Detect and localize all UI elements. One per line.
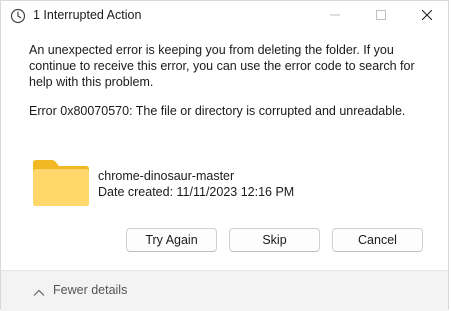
minimize-icon: [330, 7, 340, 25]
error-message: An unexpected error is keeping you from …: [29, 43, 415, 89]
fewer-details-toggle[interactable]: Fewer details: [53, 283, 127, 297]
try-again-button[interactable]: Try Again: [126, 228, 217, 252]
clock-icon: [10, 8, 26, 24]
cancel-button[interactable]: Cancel: [332, 228, 423, 252]
folder-icon: [32, 159, 90, 207]
title-bar[interactable]: 1 Interrupted Action: [1, 1, 448, 31]
chevron-up-icon[interactable]: [33, 285, 45, 296]
close-button[interactable]: [404, 1, 450, 31]
maximize-button[interactable]: [358, 1, 404, 31]
file-date-created: Date created: 11/11/2023 12:16 PM: [98, 185, 295, 199]
error-code-text: Error 0x80070570: The file or directory …: [29, 104, 406, 118]
skip-button[interactable]: Skip: [229, 228, 320, 252]
minimize-button[interactable]: [312, 1, 358, 31]
window-title: 1 Interrupted Action: [33, 8, 142, 22]
maximize-icon: [376, 7, 386, 25]
interrupted-action-dialog: 1 Interrupted Action An unexpected error…: [0, 0, 449, 311]
details-footer: Fewer details: [1, 270, 448, 311]
close-icon: [421, 7, 433, 25]
file-name: chrome-dinosaur-master: [98, 169, 235, 183]
